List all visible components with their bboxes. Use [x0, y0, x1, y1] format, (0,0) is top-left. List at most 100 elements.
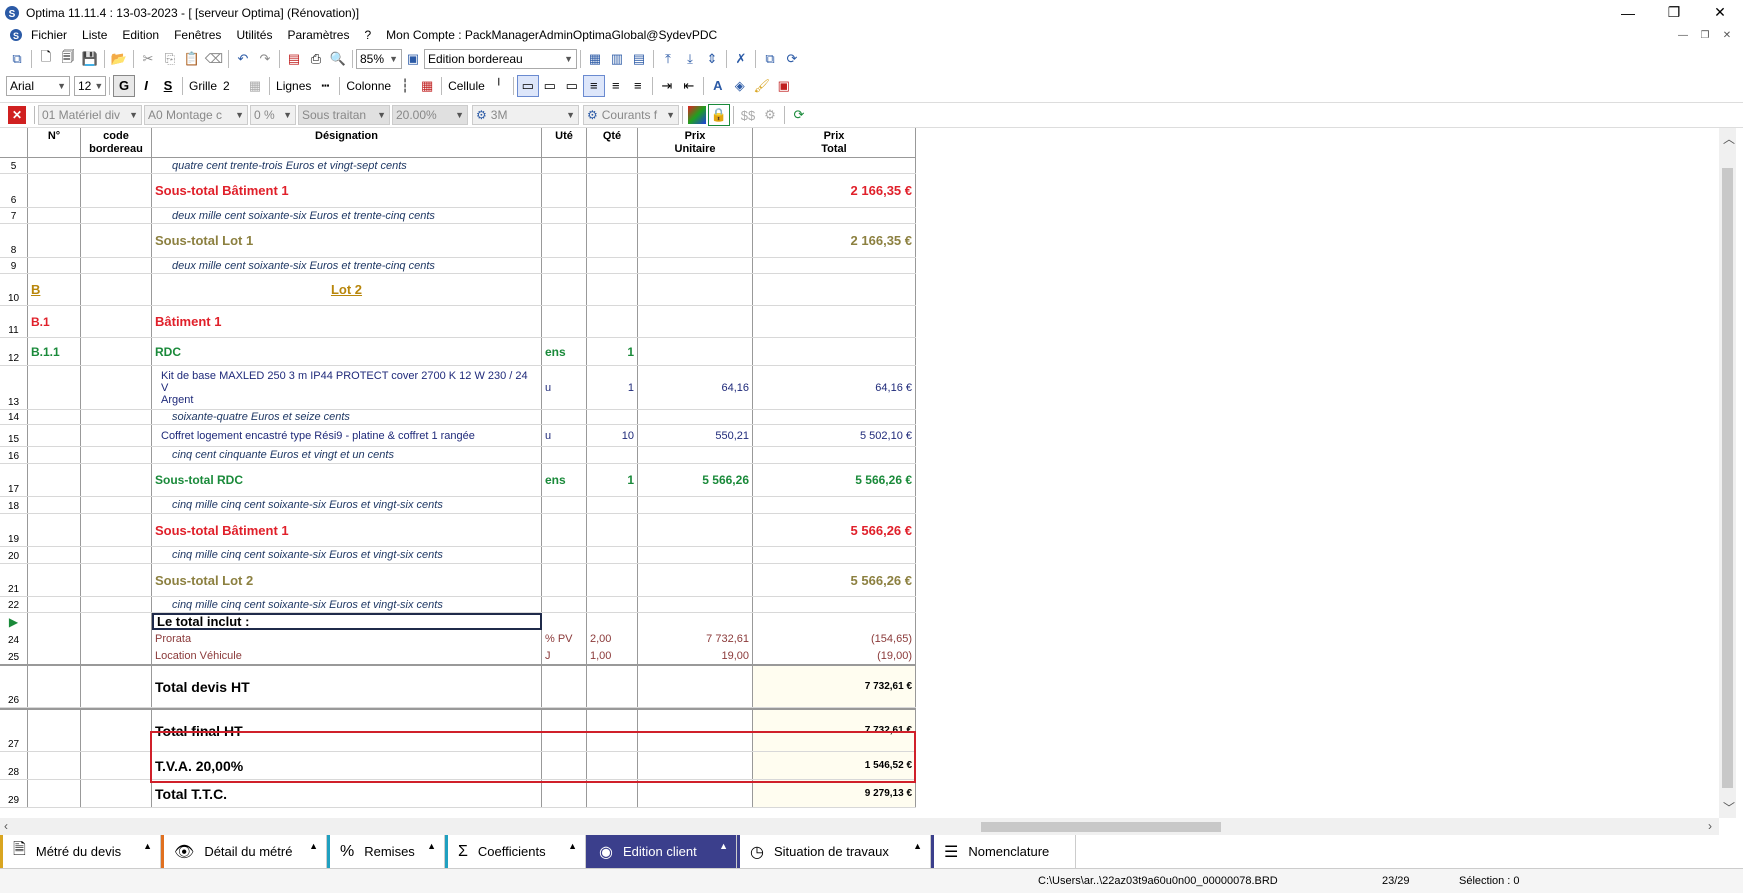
view-select[interactable]: Edition bordereau ▼	[424, 48, 577, 69]
cell-prix-unitaire[interactable]	[638, 710, 753, 751]
row-number[interactable]: 6	[0, 174, 28, 207]
grid-lines-icon[interactable]: ▦	[244, 75, 266, 97]
table-row[interactable]: 27 Total final HT 7 732,61 €	[0, 708, 916, 752]
cell-code[interactable]	[81, 666, 152, 707]
courants-select[interactable]: ⚙ Courants f ▼	[583, 105, 679, 125]
cell-prix-total[interactable]	[753, 274, 916, 305]
scroll-left-icon[interactable]: ‹	[4, 819, 8, 833]
row-number[interactable]: 21	[0, 564, 28, 596]
lock-green-icon[interactable]: 🔒	[708, 104, 730, 126]
cell-designation[interactable]: Bâtiment 1	[152, 306, 542, 337]
cell-num[interactable]	[28, 752, 81, 779]
cell-num[interactable]	[28, 710, 81, 751]
cell-num[interactable]	[28, 514, 81, 546]
cell-designation[interactable]: cinq mille cinq cent soixante-six Euros …	[152, 497, 542, 513]
row-number[interactable]: 13	[0, 366, 28, 409]
cell-qte[interactable]: 1	[587, 366, 638, 409]
print-preview-icon[interactable]: 🔍	[327, 48, 349, 70]
table-row[interactable]: 10 B Lot 2	[0, 274, 916, 306]
cell-prix-unitaire[interactable]: 64,16	[638, 366, 753, 409]
cell-num[interactable]	[28, 613, 81, 630]
cell-num[interactable]	[28, 447, 81, 463]
cell-ute[interactable]	[542, 564, 587, 596]
cell-qte[interactable]	[587, 274, 638, 305]
table-row[interactable]: 25 Location Véhicule J 1,00 19,00 (19,00)	[0, 647, 916, 664]
cell-prix-unitaire[interactable]	[638, 224, 753, 257]
row-number[interactable]: 27	[0, 710, 28, 751]
print-icon[interactable]: ⎙	[305, 48, 327, 70]
percent-select[interactable]: 0 % ▼	[250, 105, 296, 125]
cell-prix-total[interactable]	[753, 447, 916, 463]
cell-prix-unitaire[interactable]	[638, 613, 753, 630]
tab-remises[interactable]: % Remises ▲	[327, 835, 445, 868]
cell-code[interactable]	[81, 158, 152, 173]
cell-ute[interactable]	[542, 158, 587, 173]
table-row[interactable]: 17 Sous-total RDC ens 1 5 566,26 5 566,26 €	[0, 464, 916, 497]
cell-num[interactable]	[28, 366, 81, 409]
header-prix-unitaire[interactable]: Prix Unitaire	[638, 128, 753, 158]
header-designation[interactable]: Désignation	[152, 128, 542, 158]
border-bottom-icon[interactable]: ▭	[561, 75, 583, 97]
cell-designation[interactable]: Sous-total Bâtiment 1	[152, 514, 542, 546]
cell-prix-total[interactable]: 5 566,26 €	[753, 464, 916, 496]
cell-prix-unitaire[interactable]	[638, 158, 753, 173]
cell-qte[interactable]: 10	[587, 425, 638, 446]
sync-green-icon[interactable]: ⟳	[788, 104, 810, 126]
indent-icon[interactable]: ⇥	[656, 75, 678, 97]
row-number[interactable]: 11	[0, 306, 28, 337]
cell-ute[interactable]	[542, 306, 587, 337]
cell-code[interactable]	[81, 710, 152, 751]
sous-traitan-select[interactable]: Sous traitan ▼	[298, 105, 390, 125]
table-row[interactable]: 20 cinq mille cinq cent soixante-six Euro…	[0, 547, 916, 564]
vertical-scroll-thumb[interactable]	[1722, 168, 1733, 788]
cell-prix-unitaire[interactable]	[638, 410, 753, 424]
cell-designation[interactable]: Lot 2	[152, 274, 542, 305]
cell-prix-unitaire[interactable]: 7 732,61	[638, 630, 753, 647]
row-number[interactable]: 15	[0, 425, 28, 446]
cell-num[interactable]	[28, 224, 81, 257]
cell-style-icon[interactable]: ╵	[488, 75, 510, 97]
cell-ute[interactable]	[542, 597, 587, 612]
cell-prix-unitaire[interactable]: 550,21	[638, 425, 753, 446]
cell-num[interactable]	[28, 630, 81, 647]
clear-icon[interactable]: ⌫	[203, 48, 225, 70]
cell-code[interactable]	[81, 410, 152, 424]
cell-designation[interactable]: Le total inclut :	[152, 613, 542, 630]
cell-qte[interactable]	[587, 497, 638, 513]
row-number[interactable]: 28	[0, 752, 28, 779]
cell-code[interactable]	[81, 208, 152, 223]
windows-icon[interactable]: ⧉	[6, 48, 28, 70]
cell-designation[interactable]: Sous-total Lot 2	[152, 564, 542, 596]
cell-qte[interactable]	[587, 224, 638, 257]
strike-button[interactable]: S	[157, 75, 179, 97]
cell-prix-unitaire[interactable]	[638, 514, 753, 546]
font-select[interactable]: Arial ▼	[6, 75, 70, 96]
cell-prix-total[interactable]: 7 732,61 €	[753, 710, 916, 751]
open-folder-icon[interactable]: 📂	[108, 48, 130, 70]
row-number[interactable]: 10	[0, 274, 28, 305]
cell-ute[interactable]	[542, 208, 587, 223]
vertical-scrollbar[interactable]: ︿ ﹀	[1719, 128, 1736, 818]
cell-ute[interactable]	[542, 174, 587, 207]
table-row[interactable]: 8 Sous-total Lot 1 2 166,35 €	[0, 224, 916, 258]
row-number[interactable]: 19	[0, 514, 28, 546]
menu-account[interactable]: Mon Compte : PackManagerAdminOptimaGloba…	[386, 28, 717, 42]
cell-prix-total[interactable]	[753, 497, 916, 513]
tab-detail-metre[interactable]: 👁 Détail du métré ▲	[161, 835, 327, 868]
cell-qte[interactable]	[587, 306, 638, 337]
row-number[interactable]: 16	[0, 447, 28, 463]
row-number[interactable]: 26	[0, 666, 28, 707]
cell-prix-total[interactable]: 7 732,61 €	[753, 666, 916, 707]
cell-code[interactable]	[81, 514, 152, 546]
cell-prix-total[interactable]: (19,00)	[753, 647, 916, 664]
cell-prix-total[interactable]: 2 166,35 €	[753, 224, 916, 257]
header-qte[interactable]: Qté	[587, 128, 638, 158]
cell-ute[interactable]	[542, 752, 587, 779]
cell-qte[interactable]	[587, 710, 638, 751]
redo-icon[interactable]: ↷	[254, 48, 276, 70]
mdi-minimize-icon[interactable]: —	[1675, 27, 1691, 43]
cell-num[interactable]	[28, 258, 81, 273]
cell-prix-unitaire[interactable]	[638, 564, 753, 596]
cell-ute[interactable]	[542, 274, 587, 305]
cell-ute[interactable]	[542, 547, 587, 563]
